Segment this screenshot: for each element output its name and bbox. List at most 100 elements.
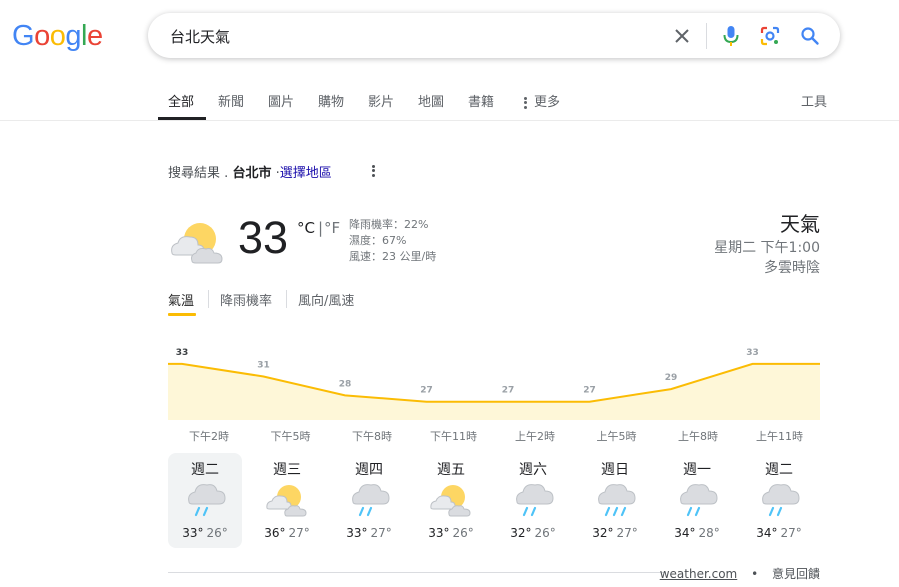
temperature-data-label: 27 [420, 386, 433, 396]
lens-icon[interactable] [758, 24, 782, 48]
tools-button[interactable]: 工具 [801, 91, 827, 110]
forecast-day[interactable]: 週日 32° 27° [578, 453, 652, 548]
forecast-day[interactable]: 週一 34° 28° [660, 453, 734, 548]
tab-maps[interactable]: 地圖 [418, 91, 444, 110]
weather-condition: 多雲時陰 [764, 260, 820, 276]
temperature-data-label: 33 [746, 348, 759, 358]
forecast-low: 26° [534, 526, 556, 540]
location-prefix: 搜尋結果 [168, 166, 221, 181]
more-vert-icon [524, 95, 527, 110]
forecast-high: 33° [428, 526, 450, 540]
feedback-link[interactable]: 意見回饋 [772, 567, 820, 581]
hour-tick-label: 上午11時 [756, 430, 803, 443]
forecast-high: 34° [756, 526, 778, 540]
rain-icon [675, 480, 719, 518]
unit-separator: | [318, 219, 324, 237]
tab-shopping[interactable]: 購物 [318, 91, 344, 110]
forecast-temps: 34° 28° [660, 526, 734, 540]
choose-region-link[interactable]: 選擇地區 [280, 166, 332, 181]
tab-news[interactable]: 新聞 [218, 91, 244, 110]
location-city: 台北市 [232, 166, 272, 181]
forecast-temps: 33° 26° [168, 526, 242, 540]
forecast-day[interactable]: 週二 34° 27° [742, 453, 816, 548]
footer: weather.com • 意見回饋 [660, 565, 820, 582]
rain-icon [593, 480, 637, 518]
forecast-temps: 34° 27° [742, 526, 816, 540]
search-icon[interactable] [798, 24, 822, 48]
forecast-day-name: 週四 [355, 462, 383, 478]
temperature-data-label: 27 [502, 386, 515, 396]
temperature-chart: 33 31 28 27 27 27 29 33 [168, 348, 820, 420]
search-input[interactable]: 台北天氣 [170, 26, 230, 47]
clear-icon[interactable] [670, 24, 694, 48]
forecast-day[interactable]: 週四 33° 27° [332, 453, 406, 548]
precipitation-text: 降雨機率：22% [349, 218, 429, 231]
forecast-high: 34° [674, 526, 696, 540]
weather-time: 星期二 下午1:00 [714, 240, 820, 256]
active-tab-indicator [158, 117, 206, 120]
forecast-high: 33° [182, 526, 204, 540]
weather-details: 降雨機率：22% 濕度：67% 風速：23 公里/時 [349, 217, 436, 265]
forecast-day[interactable]: 週三 36° 27° [250, 453, 324, 548]
forecast-low: 26° [206, 526, 228, 540]
rain-icon [347, 480, 391, 518]
google-logo[interactable]: Google [12, 20, 103, 53]
hour-tick-label: 下午2時 [189, 430, 229, 443]
logo-letter: o [49, 20, 66, 52]
hour-tick-label: 下午5時 [270, 430, 311, 443]
temperature-data-label: 31 [257, 361, 270, 371]
tab-more-label: 更多 [534, 95, 561, 110]
rain-icon [757, 480, 801, 518]
tab-books[interactable]: 書籍 [468, 91, 494, 110]
forecast-high: 32° [510, 526, 532, 540]
forecast-high: 33° [346, 526, 368, 540]
temperature-data-label: 27 [583, 386, 596, 396]
more-options-icon[interactable] [370, 163, 376, 179]
forecast-day-name: 週二 [765, 462, 793, 478]
tab-wind[interactable]: 風向/風速 [298, 290, 354, 309]
forecast-day-name: 週二 [191, 462, 219, 478]
hour-tick-label: 上午8時 [678, 430, 718, 443]
temperature-data-label: 33 [176, 348, 189, 358]
logo-letter: o [34, 20, 50, 52]
forecast-temps: 33° 27° [332, 526, 406, 540]
tab-precipitation[interactable]: 降雨機率 [220, 290, 272, 309]
forecast-day[interactable]: 週二 33° 26° [168, 453, 242, 548]
forecast-day-name: 週日 [601, 462, 629, 478]
tab-temperature[interactable]: 氣溫 [168, 290, 194, 309]
logo-letter: e [86, 20, 103, 52]
partly-cloudy-icon [265, 480, 309, 518]
forecast-low: 26° [452, 526, 474, 540]
subtab-divider [286, 290, 287, 308]
subtab-divider [208, 290, 209, 308]
search-tabs: 全部 新聞 圖片 購物 影片 地圖 書籍 更多 工具 [0, 82, 899, 121]
tab-images[interactable]: 圖片 [268, 91, 294, 110]
forecast-temps: 36° 27° [250, 526, 324, 540]
rain-icon [183, 480, 227, 518]
wind-text: 風速：23 公里/時 [349, 250, 437, 263]
forecast-day[interactable]: 週六 32° 26° [496, 453, 570, 548]
search-box[interactable]: 台北天氣 [148, 13, 840, 58]
footer-divider [168, 572, 666, 573]
search-divider [706, 23, 707, 49]
forecast-day[interactable]: 週五 33° 26° [414, 453, 488, 548]
forecast-low: 27° [370, 526, 392, 540]
microphone-icon[interactable] [719, 24, 743, 48]
location-dot: . [224, 166, 229, 181]
forecast-high: 36° [264, 526, 286, 540]
weather-title: 天氣 [780, 212, 820, 236]
hour-tick-label: 下午11時 [430, 430, 477, 443]
partly-cloudy-icon [166, 215, 230, 265]
hour-tick-label: 下午8時 [352, 430, 392, 443]
fahrenheit-unit[interactable]: °F [324, 219, 340, 237]
tab-all[interactable]: 全部 [168, 91, 194, 110]
celsius-unit[interactable]: °C [297, 219, 315, 237]
hour-tick-label: 上午2時 [515, 430, 555, 443]
tab-videos[interactable]: 影片 [368, 91, 394, 110]
forecast-day-name: 週五 [437, 462, 465, 478]
forecast-temps: 32° 27° [578, 526, 652, 540]
logo-letter: g [65, 20, 81, 52]
weather-source-link[interactable]: weather.com [660, 567, 738, 581]
tab-more[interactable]: 更多 [524, 91, 560, 110]
footer-dot: • [751, 567, 759, 581]
